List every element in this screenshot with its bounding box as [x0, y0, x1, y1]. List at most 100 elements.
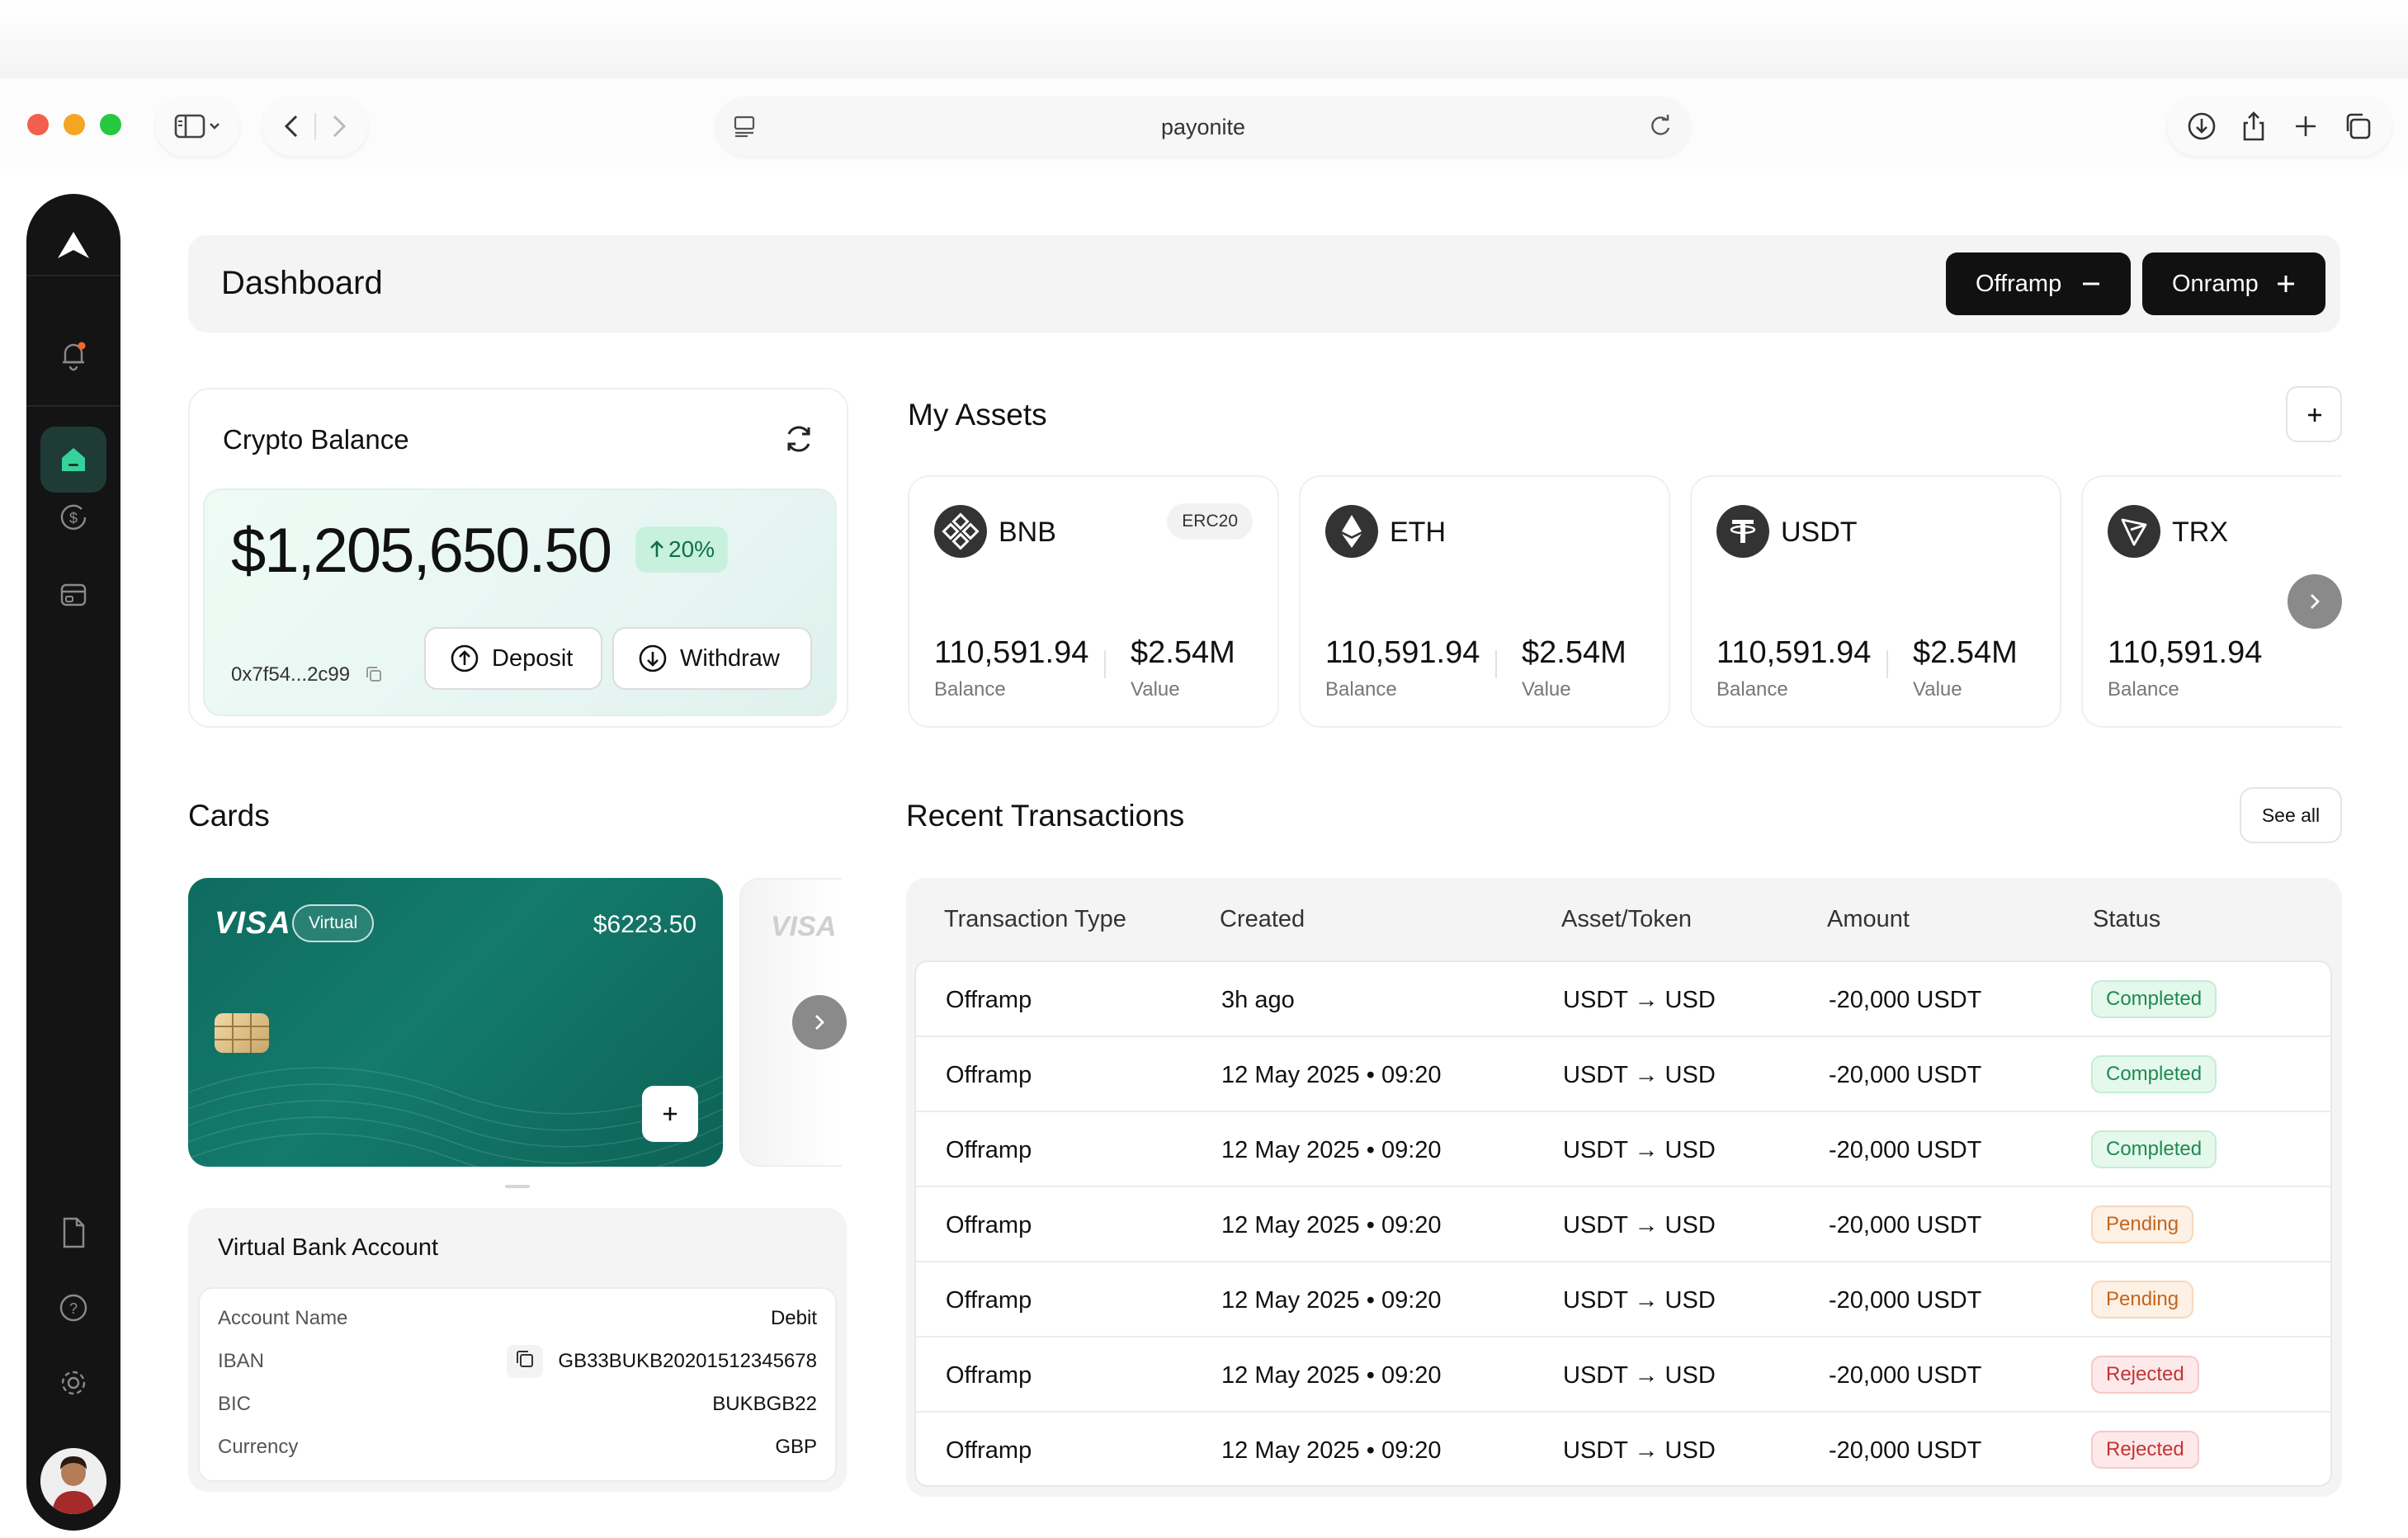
asset-value: $2.54M [1131, 635, 1235, 670]
asset-balance: 110,591.94 [2108, 635, 2263, 670]
crypto-balance-card: Crypto Balance $1,205,650.50 20% 0x7f54.… [188, 388, 848, 728]
virtual-bank-account-card: Virtual Bank Account Account Name Debit … [188, 1208, 847, 1492]
cards-next-button[interactable] [792, 995, 847, 1050]
page-title: Dashboard [221, 265, 383, 301]
column-header[interactable]: Status [2093, 906, 2160, 933]
table-body: Offramp 3h ago USDT → USD -20,000 USDT Compl… [914, 960, 2332, 1487]
url-text: payonite [1160, 115, 1246, 139]
bank-key: BIC [218, 1393, 252, 1415]
download-icon[interactable] [2185, 110, 2218, 143]
plus-icon [2278, 276, 2294, 292]
table-row[interactable]: Offramp 3h ago USDT → USD -20,000 USDT Compl… [916, 962, 2330, 1037]
address-bar[interactable]: payonite [716, 97, 1690, 156]
bank-row-iban: IBAN GB33BUKB20201512345678 [218, 1345, 817, 1378]
card-chip-icon [215, 1013, 269, 1053]
wallet-address: 0x7f54...2c99 [231, 663, 384, 686]
asset-balance: 110,591.94 [1716, 635, 1872, 670]
offramp-button[interactable]: Offramp [1946, 252, 2131, 315]
avatar[interactable] [40, 1448, 106, 1514]
asset-card-usdt[interactable]: USDT 110,591.94 Balance $2.54M Value [1690, 475, 2061, 728]
payments-icon[interactable]: $ [57, 501, 90, 534]
sidebar-item-home[interactable] [40, 427, 106, 493]
browser-chrome: payonite [0, 0, 2408, 169]
upload-circle-icon [451, 644, 479, 672]
see-all-button[interactable]: See all [2240, 787, 2342, 843]
close-window-button[interactable] [27, 114, 49, 135]
column-header[interactable]: Transaction Type [944, 906, 1126, 933]
token-standard-badge: ERC20 [1167, 503, 1253, 540]
add-card-button[interactable] [642, 1086, 698, 1142]
tabs-overview-icon[interactable] [2341, 110, 2374, 143]
balance-panel: $1,205,650.50 20% 0x7f54...2c99 Deposit [203, 488, 837, 716]
asset-card-bnb[interactable]: BNB ERC20 110,591.94 Balance $2.54M Valu… [908, 475, 1279, 728]
withdraw-button[interactable]: Withdraw [612, 627, 812, 690]
new-tab-icon[interactable] [2289, 110, 2322, 143]
cell-created: 12 May 2025 • 09:20 [1221, 1212, 1442, 1238]
copy-address-icon[interactable] [364, 664, 384, 684]
cards-icon[interactable] [57, 578, 90, 611]
bank-key: IBAN [218, 1350, 265, 1372]
reload-icon[interactable] [1647, 113, 1674, 139]
copy-iban-icon[interactable] [507, 1345, 543, 1378]
table-row[interactable]: Offramp 12 May 2025 • 09:20 USDT → USD -20,… [916, 1037, 2330, 1112]
add-asset-button[interactable] [2286, 386, 2342, 442]
notifications-icon[interactable] [58, 339, 89, 372]
cell-created: 12 May 2025 • 09:20 [1221, 1362, 1442, 1389]
minimize-window-button[interactable] [64, 114, 85, 135]
bank-title: Virtual Bank Account [218, 1234, 439, 1261]
settings-icon[interactable] [56, 1366, 91, 1400]
cell-created: 12 May 2025 • 09:20 [1221, 1137, 1442, 1163]
cell-amount: -20,000 USDT [1829, 1137, 1982, 1163]
table-row[interactable]: Offramp 12 May 2025 • 09:20 USDT → USD -20,… [916, 1262, 2330, 1337]
bank-value: GBP [775, 1436, 817, 1458]
asset-divider [1104, 650, 1106, 678]
cell-amount: -20,000 USDT [1829, 1287, 1982, 1314]
sidebar-toggle-button[interactable] [155, 97, 239, 156]
share-icon[interactable] [2237, 110, 2270, 143]
table-row[interactable]: Offramp 12 May 2025 • 09:20 USDT → USD -20,… [916, 1112, 2330, 1187]
ghost-visa-logo: VISA [771, 911, 837, 942]
deposit-button[interactable]: Deposit [424, 627, 602, 690]
crypto-balance-title: Crypto Balance [223, 424, 409, 455]
virtual-card[interactable]: VISA Virtual $6223.50 [188, 878, 723, 1167]
back-icon[interactable] [276, 111, 309, 141]
total-balance-amount: $1,205,650.50 [231, 516, 612, 586]
assets-next-button[interactable] [2288, 574, 2342, 629]
column-header[interactable]: Created [1220, 906, 1305, 933]
onramp-button[interactable]: Onramp [2142, 252, 2325, 315]
cell-asset: USDT → USD [1563, 987, 1716, 1013]
asset-name: BNB [999, 517, 1056, 548]
column-header[interactable]: Amount [1827, 906, 1910, 933]
forward-icon[interactable] [321, 111, 354, 141]
asset-balance: 110,591.94 [1325, 635, 1480, 670]
balance-change-badge: 20% [635, 526, 729, 573]
bank-row-account-name: Account Name Debit [218, 1302, 817, 1335]
sidebar: $ ? [26, 194, 120, 1531]
zoom-window-button[interactable] [100, 114, 121, 135]
table-row[interactable]: Offramp 12 May 2025 • 09:20 USDT → USD -20,… [916, 1187, 2330, 1262]
home-icon [62, 448, 85, 471]
table-header: Transaction Type Created Asset/Token Amo… [906, 878, 2342, 960]
chevron-right-icon [2311, 594, 2320, 609]
cell-amount: -20,000 USDT [1829, 987, 1982, 1013]
bank-value: Debit [770, 1307, 817, 1329]
arrow-up-icon [650, 540, 663, 557]
table-row[interactable]: Offramp 12 May 2025 • 09:20 USDT → USD -20,… [916, 1337, 2330, 1413]
column-header[interactable]: Asset/Token [1561, 906, 1692, 933]
download-circle-icon [639, 644, 667, 672]
documents-icon[interactable] [58, 1215, 89, 1250]
refresh-icon[interactable] [781, 421, 817, 457]
bank-value: GB33BUKB20201512345678 [558, 1350, 817, 1372]
cell-amount: -20,000 USDT [1829, 1362, 1982, 1389]
bnb-icon [934, 505, 987, 558]
table-row[interactable]: Offramp 12 May 2025 • 09:20 USDT → USD -20,… [916, 1413, 2330, 1485]
help-icon[interactable]: ? [57, 1291, 90, 1324]
carousel-indicator [505, 1185, 530, 1188]
virtual-badge: Virtual [292, 904, 375, 942]
svg-text:$: $ [69, 510, 78, 526]
asset-card-eth[interactable]: ETH 110,591.94 Balance $2.54M Value [1299, 475, 1670, 728]
page-header: Dashboard Offramp Onramp [188, 235, 2340, 333]
asset-balance-label: Balance [934, 678, 1006, 701]
cell-amount: -20,000 USDT [1829, 1212, 1982, 1238]
visa-logo: VISA [215, 906, 291, 941]
